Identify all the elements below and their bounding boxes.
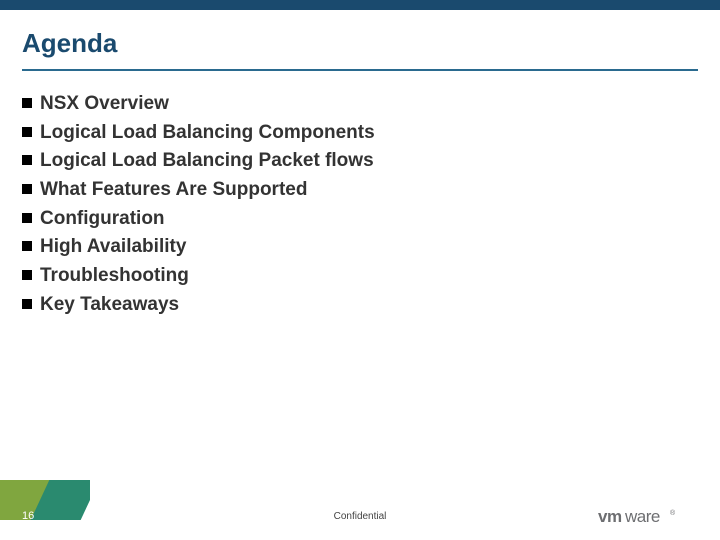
list-item: What Features Are Supported [22, 178, 698, 203]
bullet-list: NSX Overview Logical Load Balancing Comp… [22, 92, 698, 322]
list-item: Key Takeaways [22, 293, 698, 318]
vmware-logo-icon: vm ware ® [598, 506, 698, 528]
list-item: NSX Overview [22, 92, 698, 117]
bullet-icon [22, 299, 32, 309]
title-underline [22, 69, 698, 71]
list-item: Troubleshooting [22, 264, 698, 289]
bullet-icon [22, 270, 32, 280]
page-number: 16 [22, 510, 34, 522]
slide: Agenda NSX Overview Logical Load Balanci… [0, 0, 720, 540]
bullet-icon [22, 98, 32, 108]
svg-text:ware: ware [624, 507, 660, 526]
bullet-icon [22, 213, 32, 223]
top-accent-bar [0, 0, 720, 10]
bullet-text: NSX Overview [40, 92, 169, 117]
bullet-icon [22, 241, 32, 251]
bullet-text: What Features Are Supported [40, 178, 307, 203]
bullet-text: Logical Load Balancing Components [40, 121, 375, 146]
list-item: Logical Load Balancing Packet flows [22, 149, 698, 174]
bullet-icon [22, 155, 32, 165]
bullet-icon [22, 127, 32, 137]
bullet-icon [22, 184, 32, 194]
svg-text:vm: vm [598, 507, 622, 526]
list-item: Configuration [22, 207, 698, 232]
bullet-text: Key Takeaways [40, 293, 179, 318]
vmware-logo: vm ware ® [598, 506, 698, 528]
bullet-text: Logical Load Balancing Packet flows [40, 149, 374, 174]
title-area: Agenda [22, 28, 698, 71]
list-item: Logical Load Balancing Components [22, 121, 698, 146]
bullet-text: Troubleshooting [40, 264, 189, 289]
list-item: High Availability [22, 235, 698, 260]
bullet-text: Configuration [40, 207, 165, 232]
bullet-text: High Availability [40, 235, 186, 260]
svg-text:®: ® [670, 509, 676, 517]
slide-title: Agenda [22, 28, 698, 67]
